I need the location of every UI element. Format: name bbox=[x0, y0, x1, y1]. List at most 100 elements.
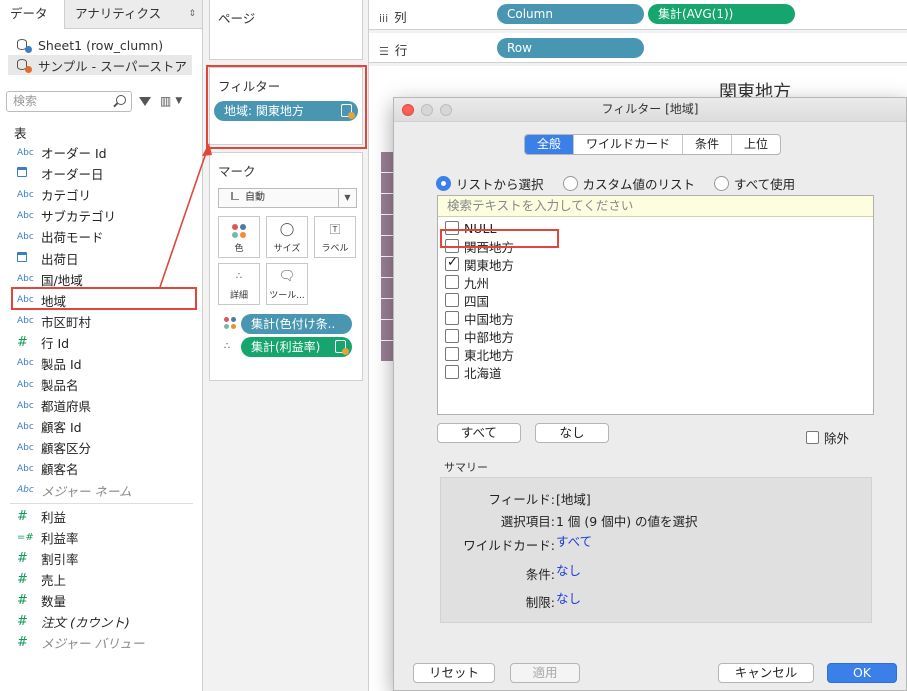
datasource-item[interactable]: Sheet1 (row_clumn) bbox=[0, 35, 202, 55]
list-view-icon[interactable]: ▥ bbox=[160, 94, 171, 108]
field-item[interactable]: # 数量 bbox=[0, 590, 203, 611]
checkbox[interactable] bbox=[445, 275, 459, 289]
field-item[interactable]: Abc 都道府県 bbox=[0, 395, 203, 416]
tab-general[interactable]: 全般 bbox=[525, 135, 575, 154]
exclude-option[interactable]: 除外 bbox=[806, 428, 849, 447]
value-search-input[interactable]: 検索テキストを入力してください bbox=[438, 196, 873, 217]
field-item[interactable]: オーダー日 bbox=[0, 163, 203, 184]
field-label: 製品 Id bbox=[41, 356, 82, 372]
list-item[interactable]: 四国 bbox=[438, 291, 873, 309]
mark-type-dropdown[interactable]: 自動 ▼ bbox=[218, 188, 357, 208]
label-button[interactable]: 🅃 ラベル bbox=[314, 216, 356, 258]
checkbox[interactable] bbox=[445, 347, 459, 361]
field-item[interactable]: Abc 製品 Id bbox=[0, 353, 203, 374]
field-item[interactable]: Abc 市区町村 bbox=[0, 311, 203, 332]
columns-icon: iii bbox=[379, 12, 389, 25]
field-item[interactable]: # 行 Id bbox=[0, 332, 203, 353]
field-item[interactable]: # 割引率 bbox=[0, 548, 203, 569]
field-item[interactable]: Abc 顧客区分 bbox=[0, 437, 203, 458]
close-window-button[interactable] bbox=[402, 104, 414, 116]
calculated-number-icon: =# bbox=[17, 531, 34, 543]
string-type-icon: Abc bbox=[17, 231, 34, 242]
detail-dots-icon: ∴ bbox=[235, 271, 243, 282]
limit-link[interactable]: なし bbox=[556, 588, 581, 607]
field-item[interactable]: =# 利益率 bbox=[0, 527, 203, 548]
field-item[interactable]: 出荷日 bbox=[0, 247, 203, 268]
reset-button[interactable]: リセット bbox=[413, 663, 495, 683]
column-pill-column[interactable]: Column bbox=[497, 4, 644, 24]
number-type-icon: # bbox=[17, 614, 28, 630]
view-band bbox=[381, 299, 393, 320]
cancel-button[interactable]: キャンセル bbox=[718, 663, 814, 683]
zoom-window-button[interactable] bbox=[440, 104, 452, 116]
field-item[interactable]: Abc 出荷モード bbox=[0, 226, 203, 247]
field-item[interactable]: Abc 顧客名 bbox=[0, 458, 203, 479]
list-item[interactable]: 九州 bbox=[438, 273, 873, 291]
field-label: メジャー ネーム bbox=[41, 483, 132, 499]
field-item[interactable]: # 売上 bbox=[0, 569, 203, 590]
color-label: 色 bbox=[234, 244, 244, 254]
tab-wildcard[interactable]: ワイルドカード bbox=[574, 135, 684, 154]
apply-button[interactable]: 適用 bbox=[510, 663, 580, 683]
checkbox[interactable] bbox=[445, 293, 459, 307]
list-item[interactable]: 中部地方 bbox=[438, 327, 873, 345]
mark-pill-profit-rate[interactable]: 集計(利益率) bbox=[241, 337, 352, 357]
condition-link[interactable]: なし bbox=[556, 560, 581, 579]
tab-analytics[interactable]: アナリティクス ⇕ bbox=[65, 0, 202, 29]
checkbox[interactable] bbox=[445, 365, 459, 379]
rows-shelf[interactable]: ☰ 行 Row bbox=[369, 33, 907, 63]
row-pill-row[interactable]: Row bbox=[497, 38, 644, 58]
field-search-input[interactable]: 検索 bbox=[6, 90, 132, 112]
radio-use-all[interactable]: すべて使用 bbox=[714, 174, 795, 193]
checkbox[interactable] bbox=[445, 329, 459, 343]
tab-condition[interactable]: 条件 bbox=[683, 135, 733, 154]
select-all-button[interactable]: すべて bbox=[437, 423, 521, 443]
summary-title: サマリー bbox=[444, 461, 488, 474]
column-pill-label: Column bbox=[507, 7, 553, 21]
list-item-kanto[interactable]: 関東地方 bbox=[438, 255, 873, 273]
dialog-body: リストから選択 カスタム値のリスト すべて使用 検索テキストを入力してください … bbox=[416, 166, 886, 686]
shelf-pane: ページ フィルター 地域: 関東地方 マーク 自動 ▼ 色 ◯ サイズ 🅃 ラベ… bbox=[203, 0, 369, 691]
tooltip-button[interactable]: 🗨 ツール... bbox=[266, 263, 308, 305]
field-item[interactable]: Abc メジャー ネーム bbox=[0, 480, 203, 501]
size-button[interactable]: ◯ サイズ bbox=[266, 216, 308, 258]
string-type-icon: Abc bbox=[17, 210, 34, 221]
datasource-item-selected[interactable]: サンプル - スーパーストア bbox=[8, 55, 192, 75]
mark-type-value: 自動 bbox=[245, 192, 265, 203]
detail-button[interactable]: ∴ 詳細 bbox=[218, 263, 260, 305]
list-item[interactable]: 中国地方 bbox=[438, 309, 873, 327]
radio-select-from-list[interactable]: リストから選択 bbox=[436, 174, 544, 193]
ok-button[interactable]: OK bbox=[827, 663, 897, 683]
checkbox-checked[interactable] bbox=[445, 255, 459, 271]
column-pill-avg[interactable]: 集計(AVG(1)) bbox=[648, 4, 795, 24]
select-none-button[interactable]: なし bbox=[535, 423, 609, 443]
exclude-checkbox[interactable] bbox=[806, 431, 819, 444]
field-item[interactable]: Abc カテゴリ bbox=[0, 184, 203, 205]
list-item[interactable]: 北海道 bbox=[438, 363, 873, 381]
columns-shelf[interactable]: iii 列 Column 集計(AVG(1)) bbox=[369, 0, 907, 30]
field-label: 顧客名 bbox=[41, 462, 79, 478]
checkbox[interactable] bbox=[445, 311, 459, 325]
tab-arrows-icon[interactable]: ⇕ bbox=[188, 0, 196, 28]
string-type-icon: Abc bbox=[17, 358, 34, 369]
mark-pill-color[interactable]: 集計(色付け条.. bbox=[241, 314, 352, 334]
minimize-window-button[interactable] bbox=[421, 104, 433, 116]
field-item[interactable]: # 利益 bbox=[0, 506, 203, 527]
radio-custom-value-list[interactable]: カスタム値のリスト bbox=[562, 174, 695, 193]
tab-top[interactable]: 上位 bbox=[732, 135, 780, 154]
tab-data[interactable]: データ bbox=[0, 0, 65, 29]
filter-icon[interactable] bbox=[139, 96, 151, 106]
color-button[interactable]: 色 bbox=[218, 216, 260, 258]
field-label: 都道府県 bbox=[41, 399, 92, 415]
field-item[interactable]: # メジャー バリュー bbox=[0, 632, 203, 653]
field-item[interactable]: Abc 製品名 bbox=[0, 374, 203, 395]
field-item[interactable]: Abc サブカテゴリ bbox=[0, 205, 203, 226]
pages-card[interactable]: ページ bbox=[209, 0, 363, 60]
field-item[interactable]: Abc オーダー Id bbox=[0, 142, 203, 163]
chevron-down-icon[interactable]: ▼ bbox=[175, 96, 182, 106]
list-item[interactable]: 東北地方 bbox=[438, 345, 873, 363]
field-item[interactable]: Abc 顧客 Id bbox=[0, 416, 203, 437]
dialog-titlebar[interactable]: フィルター [地域] bbox=[394, 98, 906, 122]
wildcard-link[interactable]: すべて bbox=[556, 531, 592, 550]
field-item[interactable]: # 注文 (カウント) bbox=[0, 611, 203, 632]
